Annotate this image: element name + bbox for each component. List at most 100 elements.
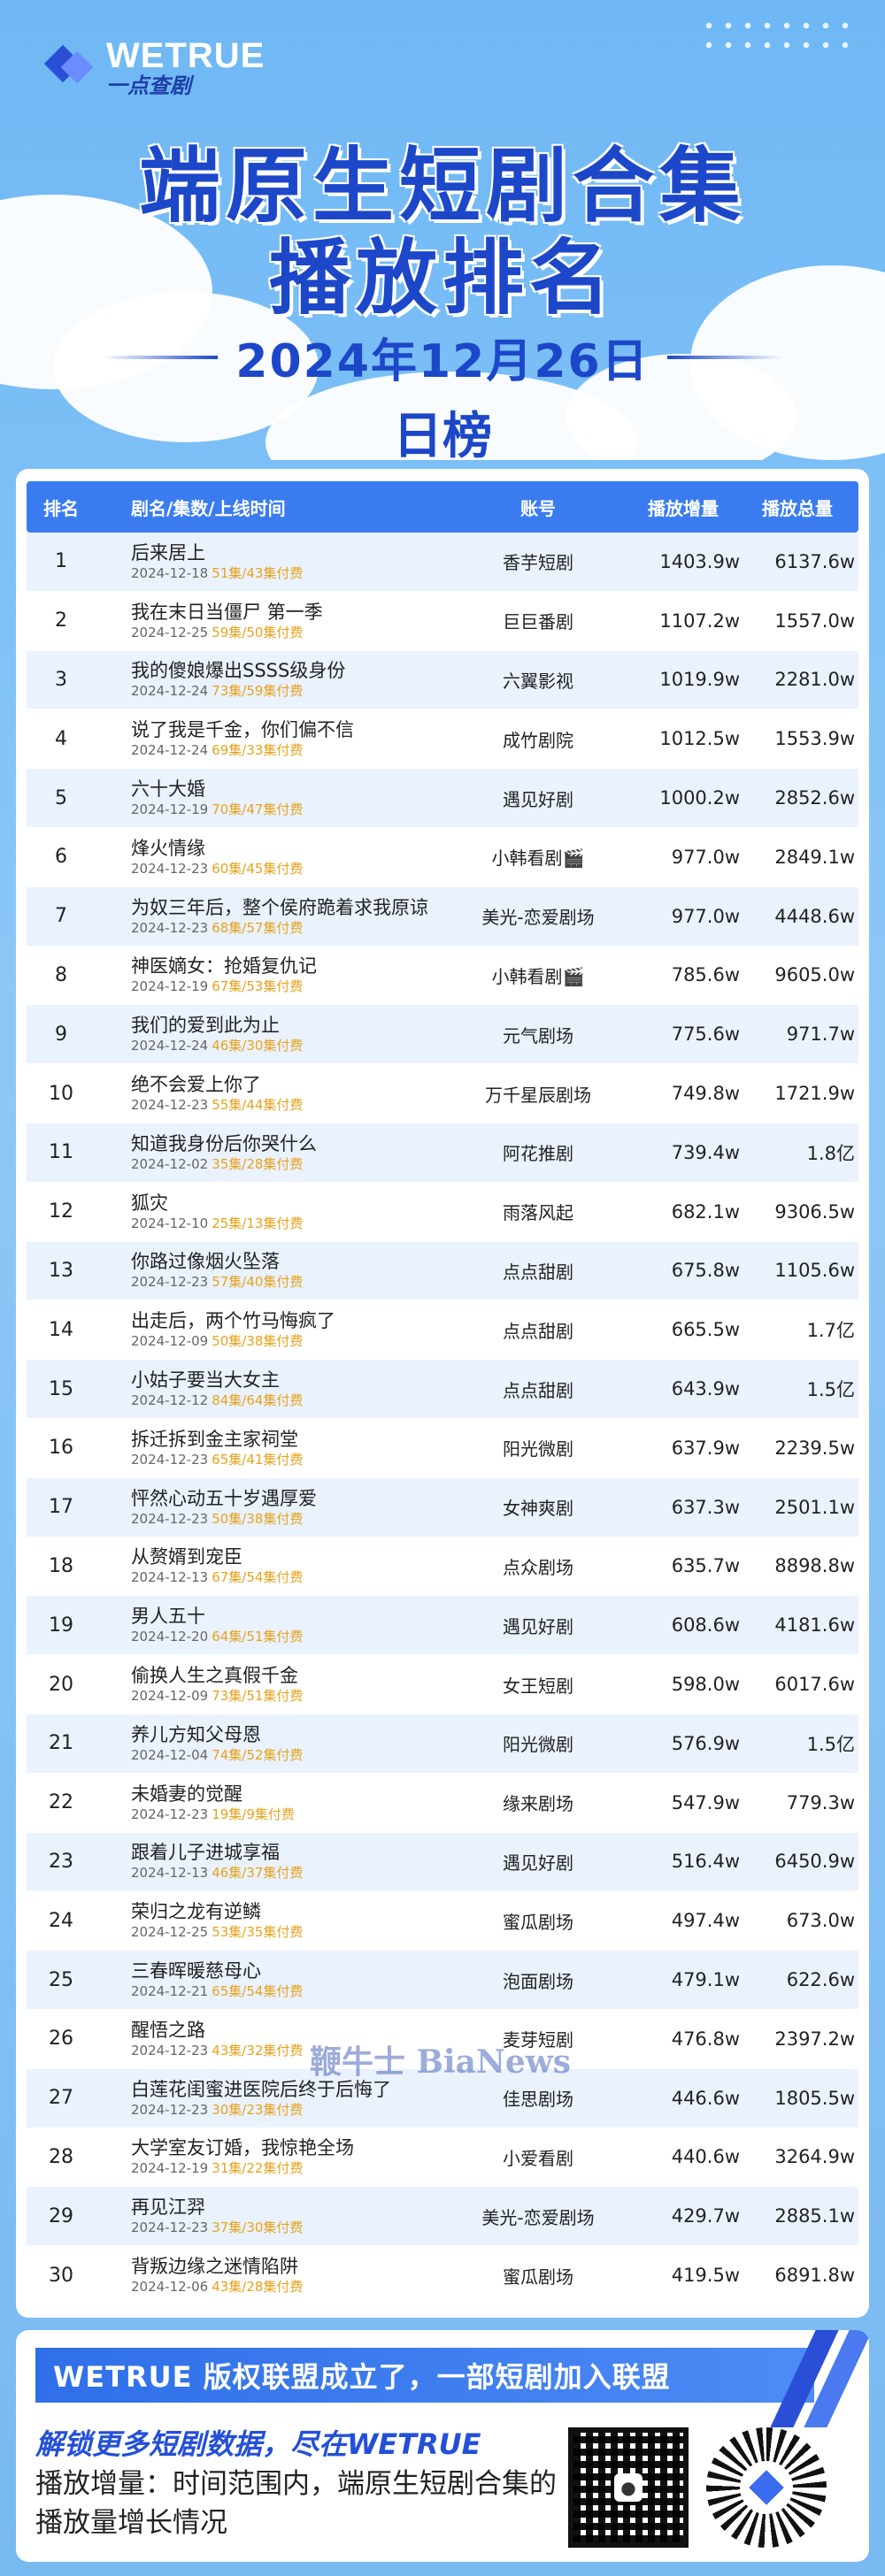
table-row: 12 狐灾 2024-12-10 25集/13集付费 雨落风起 682.1w 9306.5w	[27, 1182, 858, 1242]
mini-program-code-icon	[706, 2427, 827, 2548]
table-row: 7 为奴三年后，整个侯府跪着求我原谅 2024-12-23 68集/57集付费 美光-恋…	[27, 886, 858, 947]
table-row: 18 从赘婿到宠臣 2024-12-13 67集/54集付费 点众剧场 635.7w 889…	[27, 1537, 858, 1597]
episode-count: 70集/47集付费	[212, 801, 304, 818]
release-date: 2024-12-10	[131, 1215, 209, 1231]
account-cell: 小韩看剧🎬	[491, 965, 585, 987]
rank-cell: 29	[49, 2204, 73, 2227]
table-row: 20 偷换人生之真假千金 2024-12-09 73集/51集付费 女王短剧 598.0w…	[27, 1655, 858, 1714]
episode-count: 73集/51集付费	[212, 1688, 304, 1705]
drama-name: 说了我是千金，你们偏不信	[131, 719, 354, 741]
rank-cell: 20	[49, 1673, 73, 1696]
episode-count: 57集/40集付费	[212, 1274, 304, 1291]
table-row: 28 大学室友订婚，我惊艳全场 2024-12-19 31集/22集付费 小爱看剧 440…	[27, 2128, 858, 2188]
release-date: 2024-12-25	[131, 1924, 209, 1941]
episode-count: 74集/52集付费	[212, 1746, 304, 1763]
brand-name: WETRUE	[106, 36, 266, 75]
drama-cell: 未婚妻的觉醒 2024-12-23 19集/9集付费	[96, 1782, 450, 1823]
episode-count: 84集/64集付费	[212, 1392, 304, 1409]
drama-name: 背叛边缘之迷情陷阱	[131, 2256, 298, 2277]
rank-cell: 28	[49, 2145, 73, 2168]
rank-cell: 6	[55, 846, 67, 869]
drama-cell: 后来居上 2024-12-18 51集/43集付费	[96, 541, 450, 582]
episode-count: 50集/38集付费	[212, 1510, 304, 1527]
drama-meta: 2024-12-02 35集/28集付费	[131, 1155, 450, 1173]
brand-diamond-icon	[43, 42, 97, 93]
account-cell: 六翼影视	[503, 670, 573, 692]
episode-count: 65集/54集付费	[212, 1983, 304, 2000]
increase-cell: 785.6w	[671, 964, 740, 986]
release-date: 2024-12-23	[131, 1274, 209, 1291]
drama-name: 我在末日当僵尸 第一季	[131, 601, 323, 623]
episode-count: 43集/32集付费	[212, 2042, 304, 2058]
total-cell: 2281.0w	[774, 669, 855, 691]
metric-description: 播放增量：时间范围内，端原生短剧合集的播放量增长情况	[35, 2468, 557, 2539]
rank-cell: 12	[49, 1200, 73, 1223]
drama-cell: 六十大婚 2024-12-19 70集/47集付费	[96, 778, 450, 818]
account-cell: 遇见好剧	[503, 1615, 573, 1637]
promo-text: 解锁更多短剧数据，尽在WETRUE	[35, 2427, 481, 2461]
episode-count: 59集/50集付费	[212, 624, 304, 640]
drama-meta: 2024-12-23 68集/57集付费	[131, 919, 450, 937]
release-date: 2024-12-09	[131, 1333, 209, 1350]
drama-cell: 跟着儿子进城享福 2024-12-13 46集/37集付费	[96, 1841, 450, 1882]
rank-cell: 10	[49, 1082, 73, 1105]
increase-cell: 1012.5w	[659, 728, 740, 750]
drama-name: 荣归之龙有逆鳞	[131, 1901, 261, 1923]
drama-cell: 背叛边缘之迷情陷阱 2024-12-06 43集/28集付费	[96, 2255, 450, 2296]
episode-count: 68集/57集付费	[212, 919, 304, 936]
release-date: 2024-12-19	[131, 978, 209, 995]
date-row: 2024年12月26日	[0, 324, 885, 390]
total-cell: 1.8亿	[806, 1142, 855, 1164]
total-cell: 1557.0w	[774, 610, 855, 632]
release-date: 2024-12-23	[131, 2220, 209, 2236]
total-cell: 2239.5w	[774, 1437, 855, 1459]
release-date: 2024-12-04	[131, 1746, 209, 1763]
increase-cell: 476.8w	[671, 2028, 740, 2050]
table-row: 9 我们的爱到此为止 2024-12-24 46集/30集付费 元气剧场 775.6w 97…	[27, 1005, 858, 1065]
increase-cell: 643.9w	[671, 1378, 740, 1400]
drama-meta: 2024-12-18 51集/43集付费	[131, 564, 450, 582]
rank-cell: 15	[49, 1377, 73, 1400]
increase-cell: 576.9w	[671, 1732, 740, 1754]
total-cell: 4181.6w	[774, 1614, 855, 1637]
banner-stripes-decoration	[763, 2330, 869, 2427]
increase-cell: 749.8w	[671, 1083, 740, 1105]
rank-cell: 26	[49, 2028, 73, 2051]
account-cell: 小爱看剧	[503, 2147, 573, 2169]
drama-name: 拆迁拆到金主家祠堂	[131, 1428, 298, 1450]
drama-meta: 2024-12-09 73集/51集付费	[131, 1687, 450, 1705]
table-row: 2 我在末日当僵尸 第一季 2024-12-25 59集/50集付费 巨巨番剧 1107.…	[27, 591, 858, 651]
drama-cell: 为奴三年后，整个侯府跪着求我原谅 2024-12-23 68集/57集付费	[96, 896, 450, 937]
release-date: 2024-12-23	[131, 1510, 209, 1527]
rank-cell: 5	[55, 786, 67, 809]
drama-cell: 从赘婿到宠臣 2024-12-13 67集/54集付费	[96, 1545, 450, 1586]
table-row: 30 背叛边缘之迷情陷阱 2024-12-06 43集/28集付费 蜜瓜剧场 419.5w…	[27, 2246, 858, 2305]
episode-count: 65集/41集付费	[212, 1451, 304, 1468]
drama-cell: 我们的爱到此为止 2024-12-24 46集/30集付费	[96, 1014, 450, 1054]
drama-meta: 2024-12-23 50集/38集付费	[131, 1510, 450, 1528]
release-date: 2024-12-06	[131, 2279, 209, 2295]
table-row: 23 跟着儿子进城享福 2024-12-13 46集/37集付费 遇见好剧 516.4w 6…	[27, 1832, 858, 1892]
rank-cell: 1	[55, 550, 67, 573]
drama-meta: 2024-12-13 67集/54集付费	[131, 1568, 450, 1586]
episode-count: 46集/30集付费	[212, 1038, 304, 1054]
total-cell: 6891.8w	[774, 2265, 855, 2286]
table-row: 25 三春晖暖慈母心 2024-12-21 65集/54集付费 泡面剧场 479.1w 62…	[27, 1951, 858, 2010]
drama-meta: 2024-12-24 46集/30集付费	[131, 1037, 450, 1054]
drama-cell: 拆迁拆到金主家祠堂 2024-12-23 65集/41集付费	[96, 1428, 450, 1468]
account-cell: 女神爽剧	[503, 1498, 573, 1520]
drama-name: 未婚妻的觉醒	[131, 1782, 242, 1805]
release-date: 2024-12-24	[131, 683, 209, 700]
rank-cell: 19	[49, 1614, 73, 1637]
drama-meta: 2024-12-19 67集/53集付费	[131, 978, 450, 995]
total-cell: 9306.5w	[774, 1200, 855, 1223]
account-cell: 蜜瓜剧场	[503, 2266, 573, 2288]
episode-count: 64集/51集付费	[212, 1629, 304, 1645]
drama-meta: 2024-12-19 70集/47集付费	[131, 801, 450, 818]
increase-cell: 1019.9w	[659, 669, 740, 691]
rank-cell: 27	[49, 2087, 73, 2110]
drama-cell: 三春晖暖慈母心 2024-12-21 65集/54集付费	[96, 1959, 450, 2000]
drama-meta: 2024-12-12 84集/64集付费	[131, 1392, 450, 1409]
increase-cell: 516.4w	[671, 1851, 740, 1873]
drama-meta: 2024-12-06 43集/28集付费	[131, 2278, 450, 2296]
